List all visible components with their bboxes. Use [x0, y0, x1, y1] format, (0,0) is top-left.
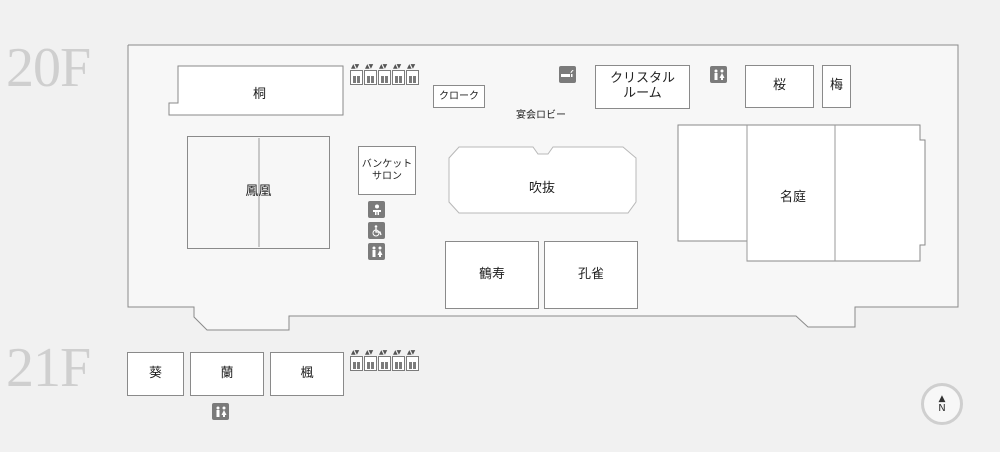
compass-north-label: N — [938, 402, 946, 414]
compass: ▲ N — [921, 383, 963, 425]
room-kaede[interactable]: 楓 — [270, 352, 344, 396]
elevator-icon — [392, 63, 405, 85]
room-ran[interactable]: 蘭 — [190, 352, 264, 396]
room-sakura[interactable]: 桜 — [745, 65, 814, 108]
wheelchair-accessible-icon — [368, 222, 385, 239]
room-aoi[interactable]: 葵 — [127, 352, 184, 396]
restroom-icon — [212, 403, 229, 420]
elevator-icon — [364, 349, 377, 371]
room-kiri[interactable]: 桐 — [253, 83, 266, 102]
elevator-icon — [406, 63, 419, 85]
room-meitei[interactable]: 名庭 — [780, 186, 806, 205]
elevator-icon — [406, 349, 419, 371]
elevator-icon — [364, 63, 377, 85]
elevator-icon — [378, 349, 391, 371]
restroom-icon — [710, 66, 727, 83]
baby-care-icon — [368, 201, 385, 218]
room-houou[interactable]: 鳳凰 — [187, 136, 330, 249]
smoking-area-icon — [559, 66, 576, 83]
elevator-icon — [392, 349, 405, 371]
restroom-icon — [368, 243, 385, 260]
elevator-icon — [350, 63, 363, 85]
atrium-label: 吹抜 — [529, 181, 556, 196]
room-kakuju[interactable]: 鶴寿 — [445, 241, 539, 309]
elevator-icon — [378, 63, 391, 85]
room-ume[interactable]: 梅 — [822, 65, 851, 108]
room-crystal-room[interactable]: クリスタル ルーム — [595, 65, 690, 109]
elevator-icon — [350, 349, 363, 371]
room-kujaku[interactable]: 孔雀 — [544, 241, 638, 309]
room-cloak[interactable]: クローク — [433, 85, 485, 108]
banquet-lobby-label: 宴会ロビー — [516, 110, 566, 121]
room-banquet-salon[interactable]: バンケット サロン — [358, 146, 416, 195]
